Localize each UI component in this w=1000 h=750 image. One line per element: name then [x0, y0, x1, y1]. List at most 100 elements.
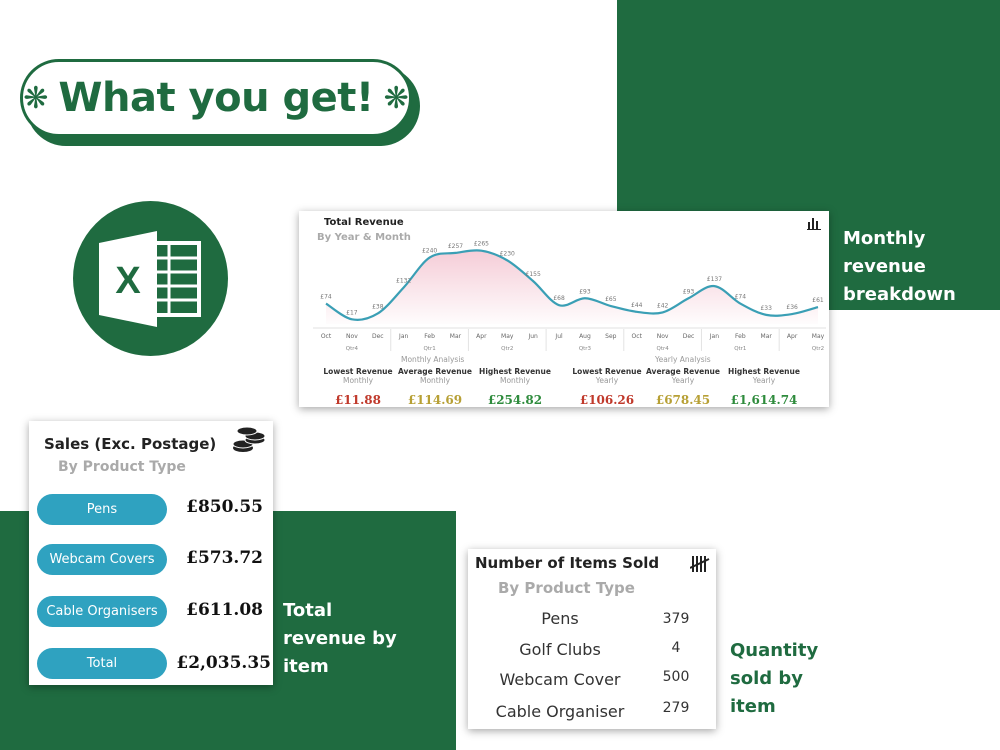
- excel-icon: X: [99, 231, 201, 327]
- month-tick-label: Mar: [450, 333, 462, 340]
- revenue-stat: Average Revenue Yearly £678.45: [643, 367, 723, 407]
- data-label: £44: [631, 302, 643, 309]
- stat-label: Lowest Revenue: [572, 367, 642, 376]
- caption-line: item: [730, 696, 776, 717]
- sales-card: Sales (Exc. Postage) By Product Type Pen…: [29, 421, 273, 685]
- stat-value: £678.45: [655, 393, 711, 407]
- data-label: £17: [346, 309, 358, 316]
- revenue-stat: Average Revenue Monthly £114.69: [395, 367, 475, 407]
- flower-icon: ❋: [383, 80, 409, 116]
- stat-value: £1,614.74: [730, 393, 798, 407]
- stat-label: Average Revenue: [398, 367, 472, 376]
- stat-period: Yearly: [595, 376, 619, 385]
- month-tick-label: Jul: [554, 333, 563, 340]
- caption-line: Total: [283, 600, 333, 621]
- webcam-covers-button[interactable]: Webcam Covers: [37, 544, 167, 575]
- quantity-caption: Quantity sold by item: [730, 637, 818, 721]
- pens-button[interactable]: Pens: [37, 494, 167, 525]
- revenue-stat: Highest Revenue Yearly £1,614.74: [724, 367, 804, 407]
- data-label: £93: [579, 288, 591, 295]
- item-name-cable-organiser: Cable Organiser: [495, 702, 625, 721]
- sales-card-title: Sales (Exc. Postage): [44, 435, 217, 453]
- data-label: £137: [707, 276, 722, 283]
- data-label: £42: [657, 302, 669, 309]
- data-label: £230: [500, 250, 515, 257]
- caption-line: revenue by: [283, 628, 397, 649]
- caption-line: and yearly: [843, 340, 950, 361]
- data-label: £74: [320, 294, 332, 301]
- stat-period: Yearly: [671, 376, 695, 385]
- item-count-webcam-cover: 500: [662, 669, 690, 685]
- data-label: £65: [605, 296, 617, 303]
- items-card: Number of Items Sold By Product Type Pen…: [468, 549, 716, 729]
- caption-line: revenue: [843, 256, 926, 277]
- stat-value: £11.88: [335, 393, 381, 407]
- item-name-pens: Pens: [541, 609, 579, 628]
- item-count-cable-organiser: 279: [662, 700, 690, 716]
- pens-sales-value: £850.55: [186, 497, 263, 517]
- stat-value: £114.69: [407, 393, 463, 407]
- webcam-covers-sales-value: £573.72: [186, 548, 263, 568]
- bar-chart-icon: [807, 218, 821, 230]
- data-label: £33: [760, 305, 772, 312]
- caption-line: with monthly: [843, 312, 977, 333]
- page-heading: What you get!: [58, 75, 374, 121]
- month-tick-label: Jun: [527, 333, 538, 340]
- monthly-caption: Monthly revenue breakdown with monthly a…: [843, 225, 977, 393]
- item-count-golf-clubs: 4: [671, 640, 681, 656]
- total-button[interactable]: Total: [37, 648, 167, 679]
- yearly-analysis-label: Yearly Analysis: [655, 355, 711, 364]
- excel-letter: X: [115, 260, 141, 302]
- heading-pill: ❋ What you get! ❋: [20, 59, 412, 137]
- revenue-area: [326, 250, 818, 324]
- total-caption: Total revenue by item: [283, 597, 397, 681]
- month-tick-label: Mar: [761, 333, 773, 340]
- data-label: £257: [448, 243, 463, 250]
- stat-period: Monthly: [499, 376, 531, 385]
- quarter-label: Qtr1: [423, 346, 435, 352]
- data-label: £61: [812, 297, 824, 304]
- cable-organisers-sales-value: £611.08: [186, 600, 263, 620]
- stat-value: £106.26: [579, 393, 635, 407]
- data-label: £265: [474, 241, 489, 248]
- coins-icon: [232, 426, 266, 452]
- month-tick-label: Nov: [657, 333, 669, 340]
- quarter-label: Qtr3: [579, 346, 592, 352]
- stat-period: Monthly: [419, 376, 451, 385]
- flower-icon: ❋: [23, 80, 49, 116]
- month-tick-label: May: [812, 333, 825, 340]
- month-tick-label: Feb: [424, 333, 435, 340]
- quarter-label: Qtr2: [812, 346, 824, 352]
- sales-card-subtitle: By Product Type: [58, 459, 186, 475]
- caption-line: analysis: [843, 368, 926, 389]
- stat-label: Average Revenue: [646, 367, 720, 376]
- data-label: £93: [683, 288, 695, 295]
- stat-label: Highest Revenue: [479, 367, 551, 376]
- month-tick-label: Dec: [683, 333, 695, 340]
- month-tick-label: Jan: [398, 333, 408, 340]
- caption-line: breakdown: [843, 284, 956, 305]
- month-tick-label: Nov: [346, 333, 358, 340]
- data-label: £155: [526, 271, 541, 278]
- item-name-golf-clubs: Golf Clubs: [519, 640, 601, 659]
- data-label: £74: [735, 294, 747, 301]
- caption-line: Quantity: [730, 640, 819, 661]
- month-tick-label: Sep: [605, 333, 617, 340]
- item-count-pens: 379: [662, 611, 690, 627]
- month-tick-label: Jan: [709, 333, 719, 340]
- revenue-card: £74 £17 £38 £132 £240 £257 £265 £230 £155 £68 £93 £…: [299, 211, 829, 407]
- total-sales-value: £2,035.35: [176, 653, 271, 673]
- revenue-card-subtitle: By Year & Month: [317, 232, 411, 243]
- cable-organisers-button[interactable]: Cable Organisers: [37, 596, 167, 627]
- quarter-label: Qtr4: [346, 346, 359, 352]
- quarter-label: Qtr2: [501, 346, 513, 352]
- monthly-analysis-label: Monthly Analysis: [401, 355, 465, 364]
- data-label: £68: [553, 295, 565, 302]
- data-label: £36: [786, 304, 798, 311]
- stat-period: Monthly: [342, 376, 374, 385]
- revenue-stat: Highest Revenue Monthly £254.82: [475, 367, 555, 407]
- stat-label: Highest Revenue: [728, 367, 800, 376]
- quarter-label: Qtr4: [657, 346, 670, 352]
- caption-line: sold by: [730, 668, 804, 689]
- month-tick-label: Aug: [579, 333, 591, 340]
